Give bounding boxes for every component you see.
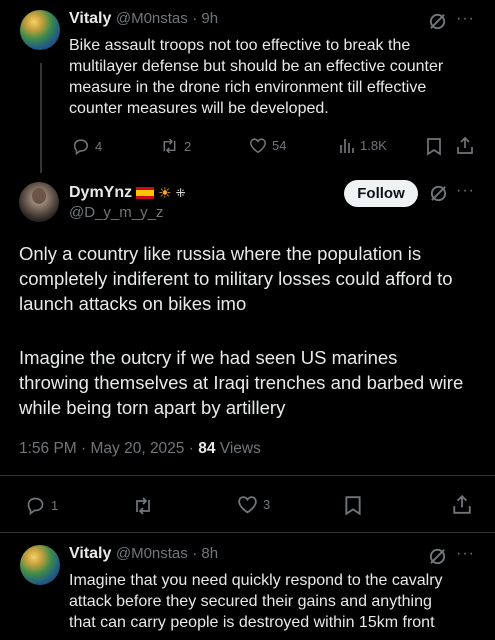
reply-icon (27, 497, 44, 515)
avatar[interactable] (19, 182, 59, 222)
author-name[interactable]: DymYnz (69, 184, 132, 202)
more-icon[interactable]: ··· (456, 10, 475, 28)
grok-icon[interactable] (429, 184, 448, 203)
reply-button[interactable]: 4 (72, 137, 102, 155)
author-name[interactable]: Vitaly (69, 10, 111, 27)
tweet-text: Bike assault troops not too effective to… (69, 37, 444, 117)
grok-icon[interactable] (428, 547, 447, 566)
follow-button[interactable]: Follow (344, 180, 418, 207)
reply-count: 4 (95, 138, 103, 154)
timestamp[interactable]: 1:56 PM · May 20, 2025 · (19, 440, 194, 457)
divider (0, 475, 495, 476)
views-button[interactable]: 1.8K (339, 137, 387, 154)
tweet-meta: 1:56 PM · May 20, 2025 · 84 Views (19, 440, 261, 458)
reply-button[interactable]: 1 (25, 495, 58, 515)
grok-icon[interactable] (428, 12, 447, 31)
tweet-time[interactable]: · 9h (192, 10, 218, 27)
avatar[interactable] (20, 545, 60, 585)
share-icon[interactable] (456, 136, 474, 155)
like-icon (238, 496, 257, 514)
views-label: Views (219, 440, 261, 457)
tweet-header: Vitaly @M0nstas · 9h (69, 10, 218, 28)
like-count: 54 (272, 138, 287, 153)
avatar[interactable] (20, 10, 60, 50)
bookmark-icon[interactable] (426, 137, 442, 156)
like-button[interactable]: 3 (237, 495, 270, 514)
like-count: 3 (263, 497, 271, 512)
views-count: 1.8K (360, 138, 387, 153)
bookmark-icon[interactable] (344, 495, 362, 516)
repost-icon[interactable] (132, 496, 154, 516)
more-icon[interactable]: ··· (456, 182, 475, 200)
spain-flag-icon (136, 187, 155, 199)
reply-icon (73, 139, 89, 155)
sun-icon: ☀ (158, 185, 172, 202)
views-count: 84 (198, 440, 216, 457)
views-icon (340, 139, 354, 153)
tweet-time[interactable]: · 8h (192, 545, 218, 562)
divider (0, 532, 495, 533)
reply-count: 1 (51, 497, 59, 513)
repost-button[interactable]: 2 (160, 137, 191, 155)
avatar-face (32, 188, 46, 204)
tweet-text-para1: Only a country like russia where the pop… (19, 243, 453, 314)
like-icon (250, 138, 266, 154)
share-icon[interactable] (452, 494, 472, 515)
repost-count: 2 (184, 138, 192, 154)
more-icon[interactable]: ··· (456, 545, 475, 563)
tweet-text: Imagine that you need quickly respond to… (69, 572, 443, 631)
author-handle[interactable]: @M0nstas (116, 10, 188, 27)
author-handle[interactable]: @D_y_m_y_z (69, 204, 163, 221)
repost-icon (163, 138, 176, 154)
tweet-header: Vitaly @M0nstas · 8h (69, 545, 218, 563)
author-handle[interactable]: @M0nstas (116, 545, 188, 562)
author-name-row: DymYnz ☀ ⁜ (69, 184, 186, 202)
sparkle-icon: ⁜ (175, 186, 186, 200)
tweet-text-para2: Imagine the outcry if we had seen US mar… (19, 347, 464, 418)
thread-line (40, 63, 42, 173)
like-button[interactable]: 54 (249, 137, 286, 154)
author-name[interactable]: Vitaly (69, 545, 111, 562)
